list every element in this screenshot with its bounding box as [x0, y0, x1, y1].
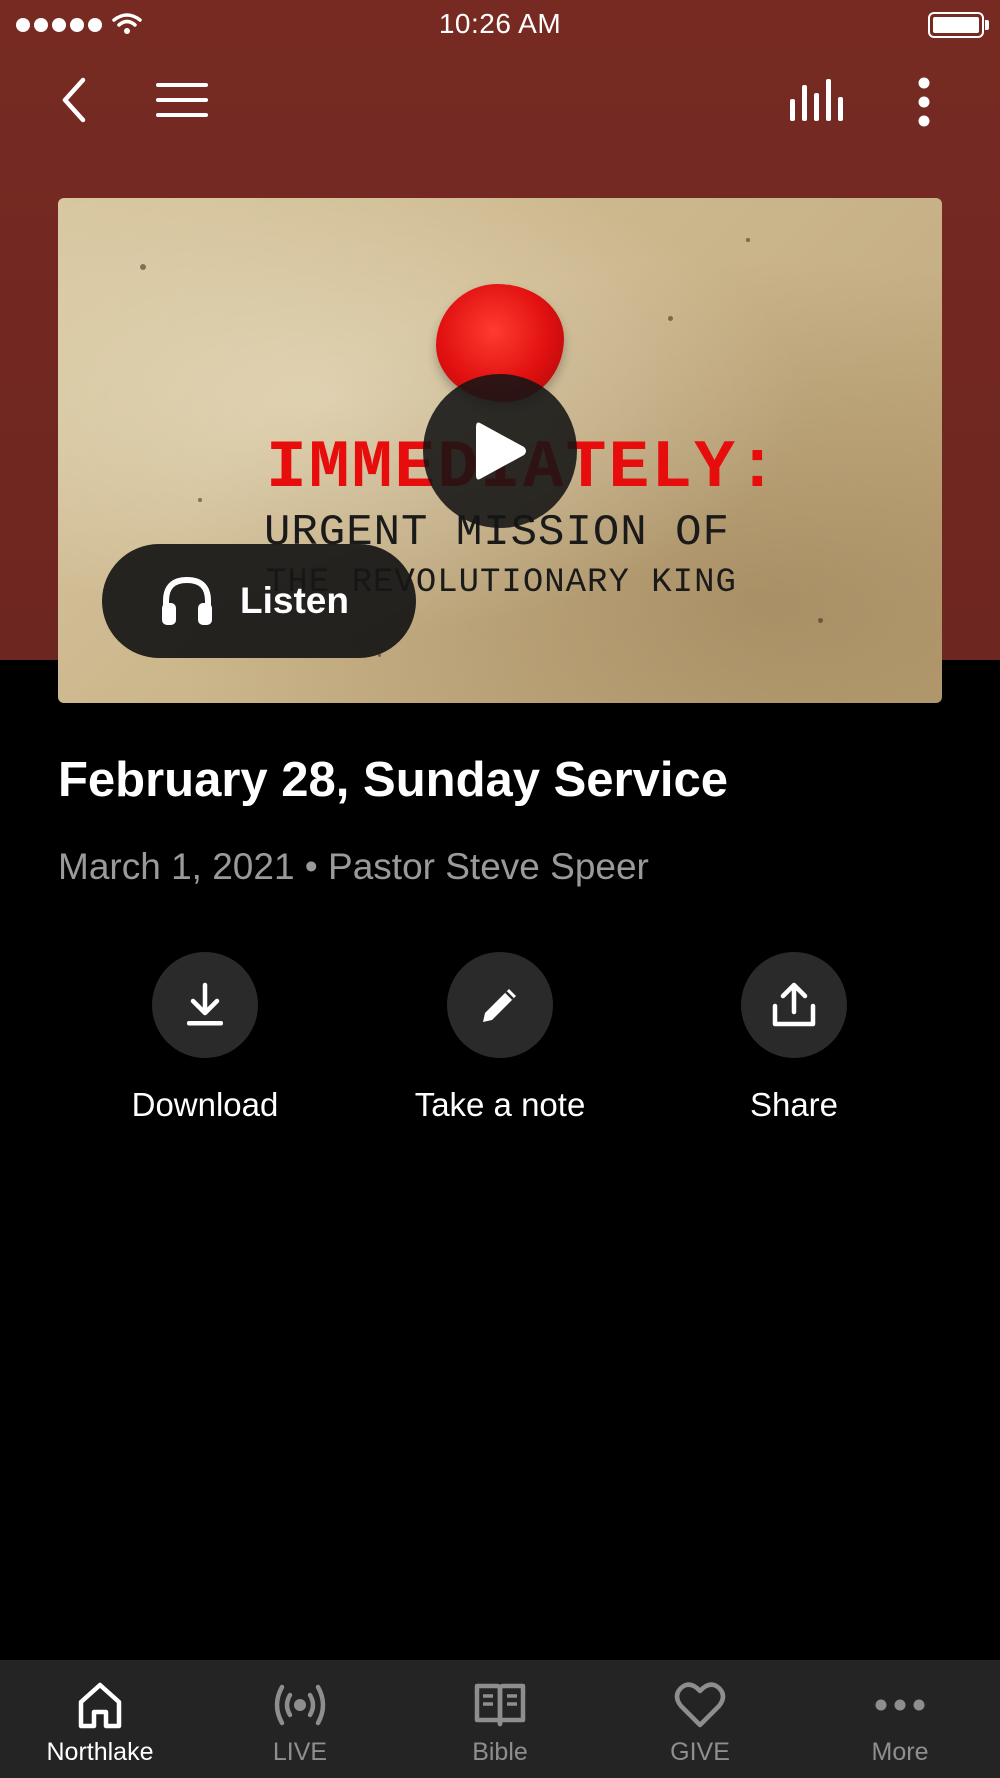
back-button[interactable] [48, 74, 100, 126]
audio-bars-icon [790, 79, 843, 121]
download-action[interactable]: Download [75, 952, 335, 1124]
take-note-label: Take a note [414, 1086, 586, 1123]
tab-more[interactable]: More [800, 1660, 1000, 1778]
share-label: Share [749, 1086, 839, 1123]
share-action[interactable]: Share [664, 952, 924, 1124]
status-time: 10:26 AM [438, 8, 562, 39]
tab-label: GIVE [670, 1738, 730, 1766]
pencil-icon [483, 989, 516, 1022]
book-icon [474, 1683, 526, 1727]
tab-live[interactable]: LIVE [200, 1660, 400, 1778]
play-button[interactable] [423, 374, 577, 528]
share-button[interactable] [741, 952, 847, 1058]
tab-bible[interactable]: Bible [400, 1660, 600, 1778]
sermon-artwork[interactable]: IMMEDIATELY: URGENT MISSION OF THE REVOL… [58, 198, 942, 703]
play-icon [476, 422, 526, 480]
episode-meta: March 1, 2021 • Pastor Steve Speer [58, 846, 649, 887]
tab-northlake[interactable]: Northlake [0, 1660, 200, 1778]
tab-label: LIVE [272, 1738, 328, 1766]
menu-button[interactable] [150, 74, 214, 126]
status-bar: 10:26 AM [0, 0, 1000, 50]
take-note-action[interactable]: Take a note [370, 952, 630, 1124]
tab-label: Bible [472, 1738, 528, 1766]
episode-title: February 28, Sunday Service [58, 753, 728, 807]
heart-icon [674, 1682, 726, 1728]
take-note-button[interactable] [447, 952, 553, 1058]
more-options-button[interactable] [900, 74, 948, 130]
listen-button[interactable]: Listen [102, 544, 416, 658]
download-label: Download [131, 1086, 279, 1123]
tab-label: Northlake [46, 1738, 154, 1766]
share-icon [772, 982, 816, 1027]
download-button[interactable] [152, 952, 258, 1058]
chevron-left-icon [62, 77, 86, 123]
audio-button[interactable] [784, 74, 850, 126]
battery-icon [928, 12, 984, 38]
hamburger-menu-icon [156, 83, 208, 117]
tab-bar: Northlake LIVE Bible GIVE More [0, 1660, 1000, 1778]
tab-label: More [871, 1738, 929, 1766]
home-icon [78, 1682, 122, 1729]
download-icon [187, 982, 223, 1026]
vertical-dots-icon [918, 77, 930, 127]
headphones-icon [162, 576, 212, 625]
tab-give[interactable]: GIVE [600, 1660, 800, 1778]
broadcast-icon [274, 1684, 326, 1726]
more-dots-icon [875, 1699, 925, 1711]
listen-label: Listen [240, 580, 349, 621]
